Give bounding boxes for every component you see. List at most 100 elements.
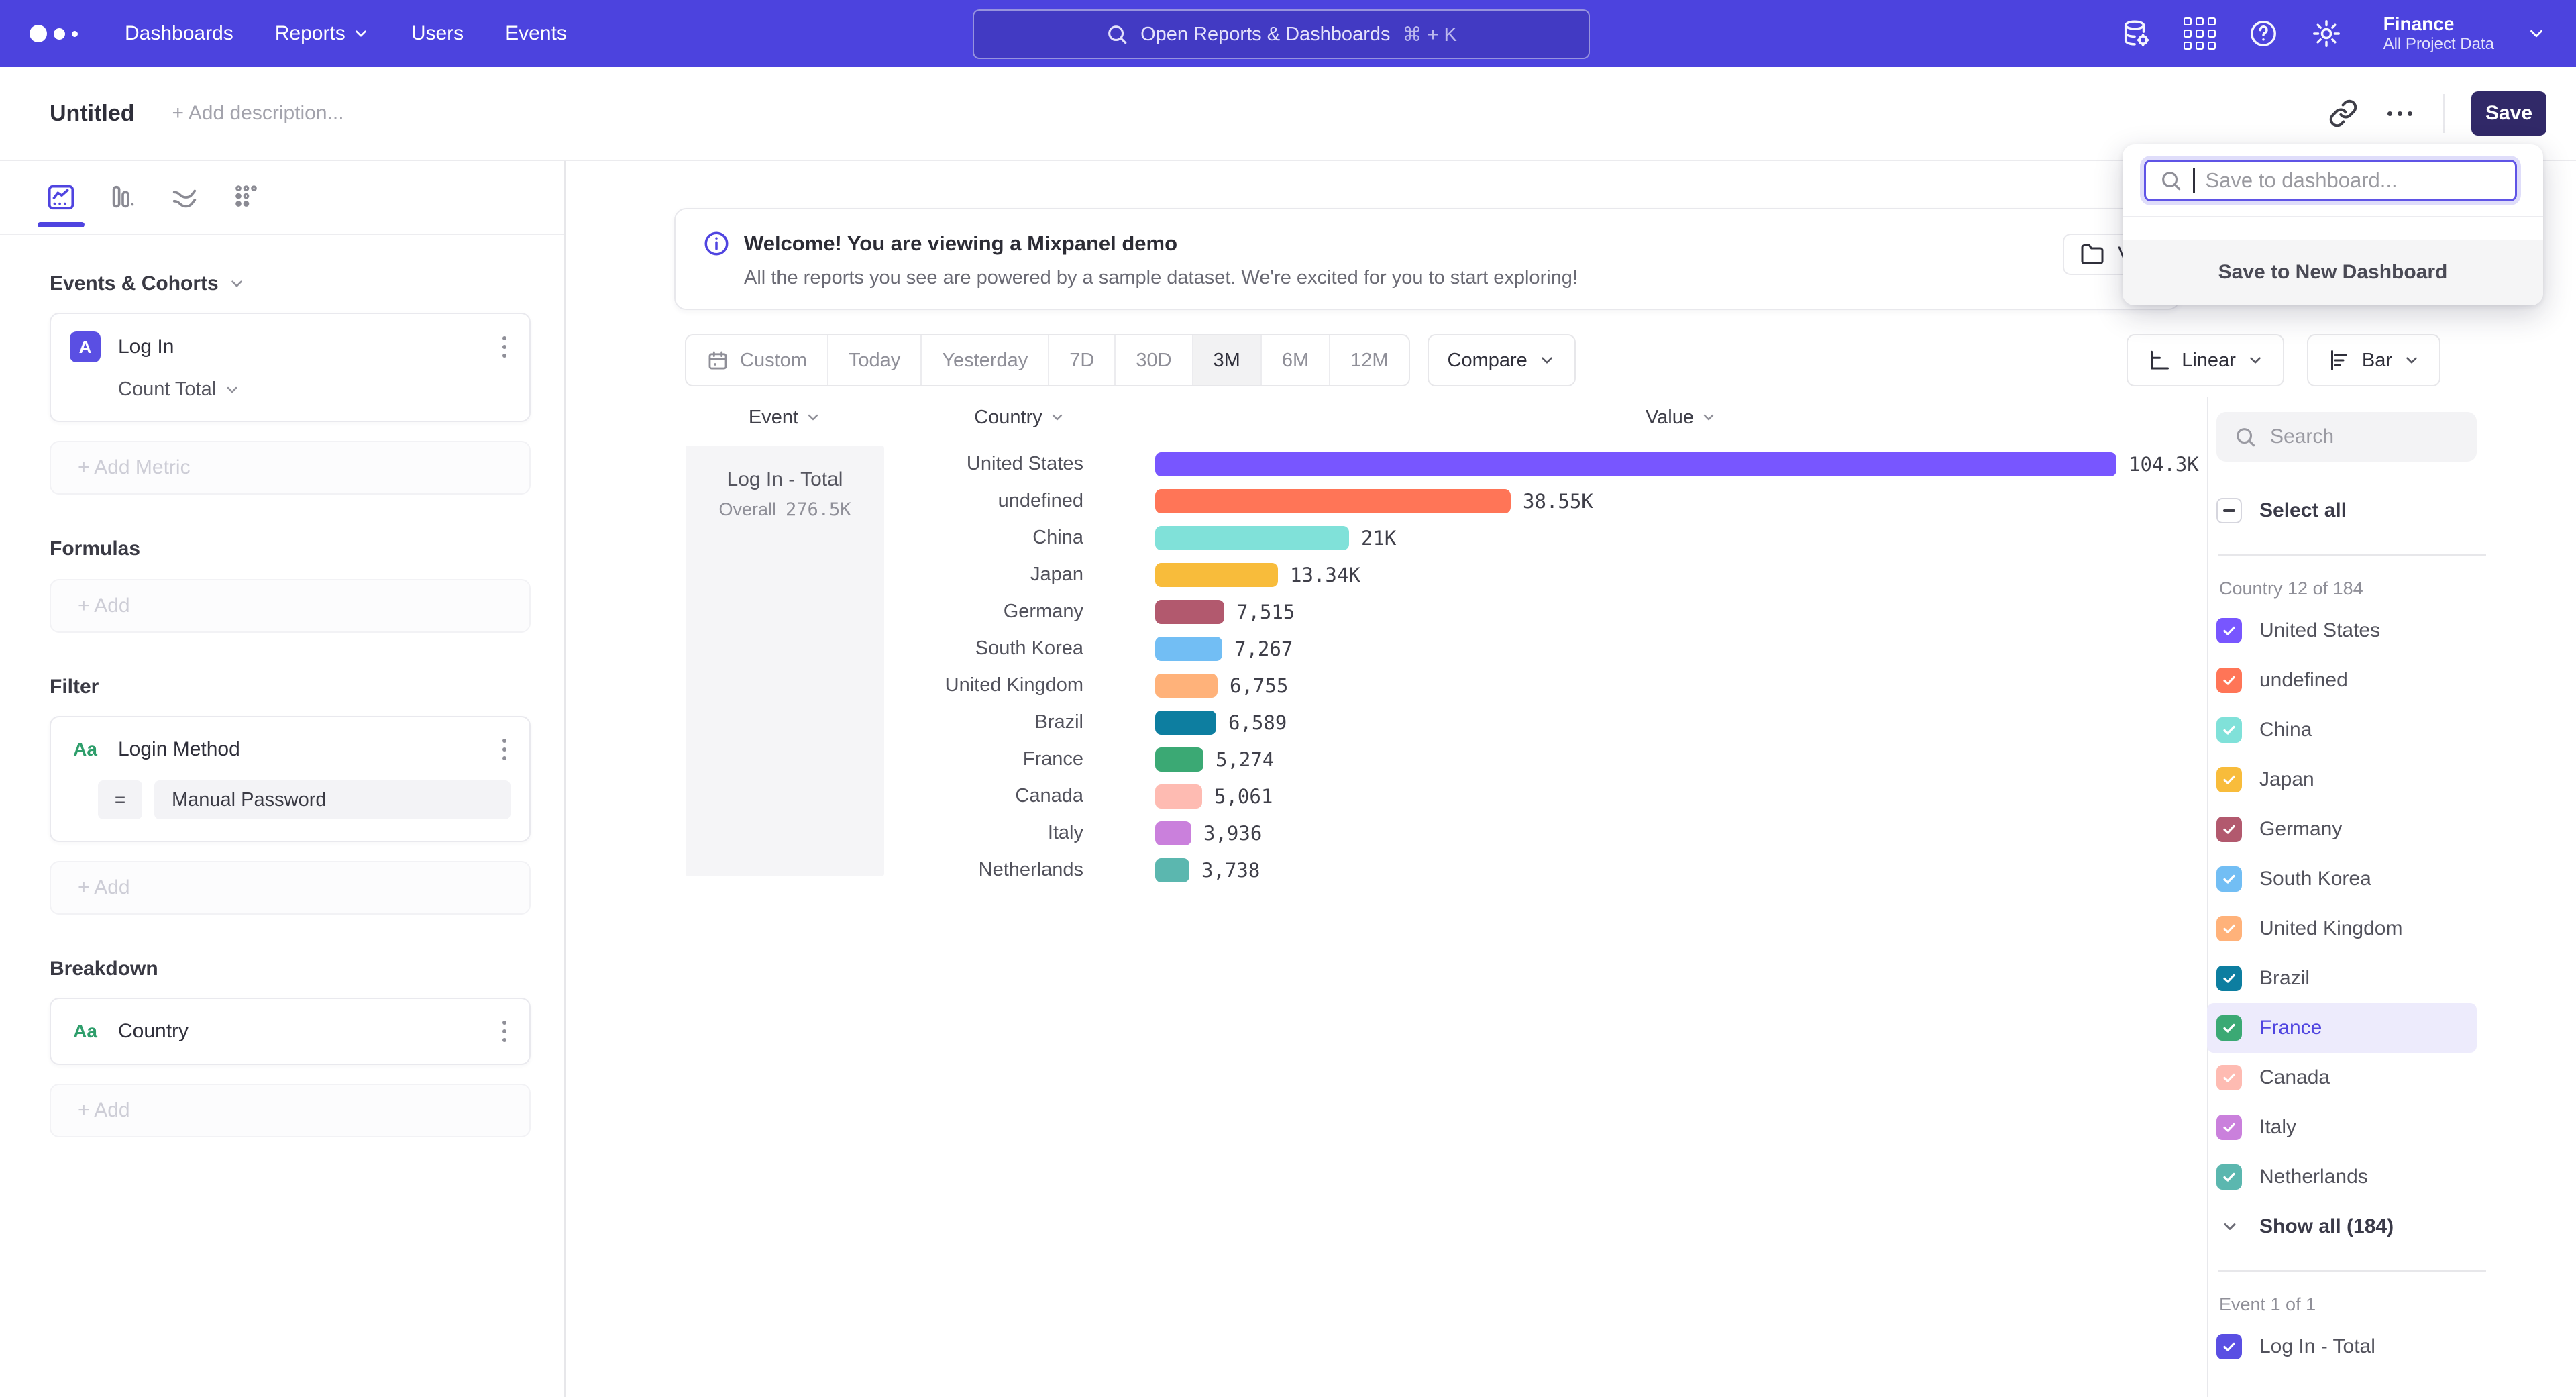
data-management-icon[interactable] bbox=[2121, 18, 2151, 49]
country-row-France[interactable]: France bbox=[2207, 1003, 2477, 1053]
aggregation-select[interactable]: Count Total bbox=[118, 378, 511, 401]
compare-button[interactable]: Compare bbox=[1428, 334, 1576, 386]
tab-bar-chart[interactable] bbox=[107, 176, 138, 218]
add-breakdown-button[interactable]: + Add bbox=[50, 1084, 531, 1137]
country-row-Canada[interactable]: Canada bbox=[2216, 1053, 2477, 1102]
range-today[interactable]: Today bbox=[828, 335, 922, 385]
save-to-new-dashboard-button[interactable]: Save to New Dashboard bbox=[2123, 240, 2543, 305]
more-options-button[interactable] bbox=[2383, 97, 2416, 130]
country-checkbox[interactable] bbox=[2216, 1164, 2242, 1190]
tab-insights-chart[interactable] bbox=[46, 176, 76, 218]
country-row-United States[interactable]: United States bbox=[2216, 606, 2477, 656]
breakdown-property-name[interactable]: Country bbox=[118, 1020, 189, 1043]
bar-France[interactable] bbox=[1155, 747, 1203, 772]
range-6m[interactable]: 6M bbox=[1262, 335, 1330, 385]
bar-Japan[interactable] bbox=[1155, 563, 1278, 587]
country-row-China[interactable]: China bbox=[2216, 705, 2477, 755]
bar-China[interactable] bbox=[1155, 526, 1349, 550]
country-row-South Korea[interactable]: South Korea bbox=[2216, 854, 2477, 904]
country-column-header[interactable]: Country bbox=[884, 407, 1155, 429]
bar-Brazil[interactable] bbox=[1155, 711, 1216, 735]
value-scale-button[interactable]: Linear bbox=[2127, 334, 2284, 386]
country-checkbox[interactable] bbox=[2216, 717, 2242, 743]
breakdown-kebab-menu[interactable] bbox=[498, 1017, 511, 1046]
country-checkbox[interactable] bbox=[2216, 1015, 2242, 1041]
event-summary-cell[interactable]: Log In - Total Overall 276.5K bbox=[686, 446, 884, 876]
metric-kebab-menu[interactable] bbox=[498, 332, 511, 362]
add-formula-button[interactable]: + Add bbox=[50, 579, 531, 633]
country-row-United Kingdom[interactable]: United Kingdom bbox=[2216, 904, 2477, 953]
range-30d[interactable]: 30D bbox=[1116, 335, 1193, 385]
country-row-Germany[interactable]: Germany bbox=[2216, 805, 2477, 854]
filter-property-name[interactable]: Login Method bbox=[118, 738, 240, 761]
add-description[interactable]: + Add description... bbox=[172, 102, 344, 125]
filter-value[interactable]: Manual Password bbox=[154, 780, 511, 819]
country-checkbox[interactable] bbox=[2216, 1115, 2242, 1140]
help-icon[interactable] bbox=[2248, 18, 2279, 49]
nav-dashboards[interactable]: Dashboards bbox=[125, 22, 233, 45]
add-metric-button[interactable]: + Add Metric bbox=[50, 441, 531, 495]
bar-United States[interactable] bbox=[1155, 452, 2116, 476]
chevron-down-icon[interactable] bbox=[2526, 23, 2546, 44]
save-button[interactable]: Save bbox=[2471, 91, 2546, 136]
country-checkbox[interactable] bbox=[2216, 668, 2242, 693]
bar-South Korea[interactable] bbox=[1155, 637, 1222, 661]
add-filter-button[interactable]: + Add bbox=[50, 861, 531, 915]
nav-users[interactable]: Users bbox=[411, 22, 464, 45]
range-custom[interactable]: Custom bbox=[686, 335, 828, 385]
chevron-down-icon bbox=[2247, 352, 2264, 369]
event-checkbox[interactable] bbox=[2216, 1334, 2242, 1359]
country-checkbox[interactable] bbox=[2216, 966, 2242, 991]
settings-gear-icon[interactable] bbox=[2311, 18, 2342, 49]
global-search[interactable]: Open Reports & Dashboards ⌘ + K bbox=[973, 9, 1590, 59]
nav-events[interactable]: Events bbox=[505, 22, 567, 45]
event-column-header[interactable]: Event bbox=[686, 407, 884, 429]
country-checkbox[interactable] bbox=[2216, 817, 2242, 842]
country-row-Brazil[interactable]: Brazil bbox=[2216, 953, 2477, 1003]
chart-type-button[interactable]: Bar bbox=[2307, 334, 2440, 386]
country-row-Japan[interactable]: Japan bbox=[2216, 755, 2477, 805]
copy-link-button[interactable] bbox=[2326, 97, 2360, 130]
project-switcher[interactable]: Finance All Project Data bbox=[2383, 13, 2494, 54]
filter-kebab-menu[interactable] bbox=[498, 735, 511, 764]
bar-United Kingdom[interactable] bbox=[1155, 674, 1218, 698]
series-search-input[interactable]: Search bbox=[2216, 412, 2477, 462]
country-checkbox[interactable] bbox=[2216, 767, 2242, 792]
bar-Canada[interactable] bbox=[1155, 784, 1202, 809]
select-all-checkbox[interactable] bbox=[2216, 498, 2242, 523]
metric-card[interactable]: A Log In Count Total bbox=[50, 313, 531, 422]
select-all-label: Select all bbox=[2259, 499, 2347, 522]
country-row-Netherlands[interactable]: Netherlands bbox=[2216, 1152, 2477, 1202]
bar-Italy[interactable] bbox=[1155, 821, 1191, 845]
report-title[interactable]: Untitled bbox=[50, 101, 135, 127]
country-checkbox[interactable] bbox=[2216, 618, 2242, 643]
event-checkbox-row[interactable]: Log In - Total bbox=[2216, 1322, 2477, 1372]
country-label: South Korea bbox=[884, 637, 1155, 660]
apps-grid-icon[interactable] bbox=[2184, 17, 2216, 50]
breakdown-card[interactable]: Aa Country bbox=[50, 998, 531, 1065]
tab-retention[interactable] bbox=[231, 176, 262, 218]
bar-undefined[interactable] bbox=[1155, 489, 1511, 513]
nav-reports[interactable]: Reports bbox=[275, 22, 370, 45]
range-12m[interactable]: 12M bbox=[1330, 335, 1408, 385]
filter-operator[interactable]: = bbox=[98, 780, 142, 819]
country-checkbox[interactable] bbox=[2216, 866, 2242, 892]
country-checkbox[interactable] bbox=[2216, 916, 2242, 941]
country-row-undefined[interactable]: undefined bbox=[2216, 656, 2477, 705]
tab-flows[interactable] bbox=[169, 176, 200, 218]
filter-card[interactable]: Aa Login Method = Manual Password bbox=[50, 716, 531, 842]
save-dashboard-search-input[interactable]: Save to dashboard... bbox=[2144, 160, 2517, 201]
metric-name[interactable]: Log In bbox=[118, 335, 174, 358]
events-cohorts-header[interactable]: Events & Cohorts bbox=[50, 272, 531, 295]
range-3m-selected[interactable]: 3M bbox=[1193, 335, 1262, 385]
country-row-Italy[interactable]: Italy bbox=[2216, 1102, 2477, 1152]
country-checkbox[interactable] bbox=[2216, 1065, 2242, 1090]
mixpanel-logo-icon[interactable] bbox=[30, 25, 78, 42]
show-all-row[interactable]: Show all (184) bbox=[2216, 1202, 2477, 1251]
range-yesterday[interactable]: Yesterday bbox=[922, 335, 1049, 385]
value-column-header[interactable]: Value bbox=[1155, 407, 2207, 429]
select-all-row[interactable]: Select all bbox=[2216, 486, 2477, 535]
range-7d[interactable]: 7D bbox=[1049, 335, 1116, 385]
bar-Netherlands[interactable] bbox=[1155, 858, 1189, 882]
bar-Germany[interactable] bbox=[1155, 600, 1224, 624]
